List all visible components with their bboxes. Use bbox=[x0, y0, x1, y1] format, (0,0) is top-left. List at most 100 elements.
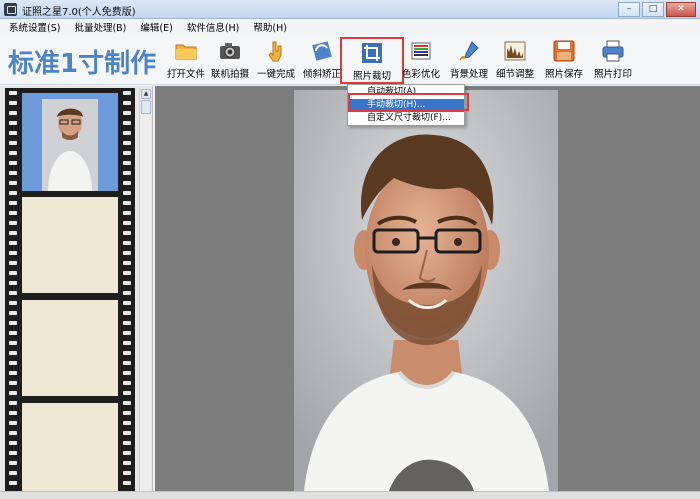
film-perforation bbox=[123, 421, 131, 425]
print-photo-button[interactable]: 照片打印 bbox=[585, 39, 641, 83]
film-perforation bbox=[9, 391, 17, 395]
menu-edit[interactable]: 编辑(E) bbox=[140, 20, 172, 34]
film-perforation bbox=[9, 121, 17, 125]
film-strip bbox=[5, 88, 135, 499]
film-perforation bbox=[9, 311, 17, 315]
film-perforation bbox=[123, 211, 131, 215]
save-photo-button[interactable]: 照片保存 bbox=[536, 39, 592, 83]
film-perforation bbox=[123, 381, 131, 385]
film-perforation bbox=[123, 301, 131, 305]
film-perforation bbox=[9, 381, 17, 385]
menu-bar: 系统设置(S) 批量处理(B) 编辑(E) 软件信息(H) 帮助(H) bbox=[0, 19, 700, 35]
film-perforation bbox=[123, 291, 131, 295]
brand-title: 标准1寸制作 bbox=[8, 49, 157, 79]
thumbnail-selected[interactable] bbox=[22, 93, 118, 191]
film-perforation bbox=[123, 181, 131, 185]
film-perforation bbox=[123, 391, 131, 395]
film-perforation bbox=[9, 351, 17, 355]
printer-icon bbox=[602, 40, 624, 62]
close-button[interactable]: ✕ bbox=[666, 2, 696, 17]
window-controls: – □ ✕ bbox=[618, 2, 696, 17]
thumbnail-empty[interactable] bbox=[22, 403, 118, 499]
rotate-icon bbox=[312, 41, 332, 61]
app-icon[interactable] bbox=[4, 3, 17, 16]
color-bars-icon bbox=[411, 42, 431, 60]
film-perforation bbox=[123, 201, 131, 205]
film-perforation bbox=[9, 91, 17, 95]
film-perforation bbox=[9, 211, 17, 215]
minimize-button[interactable]: – bbox=[618, 2, 640, 17]
film-perforation bbox=[123, 371, 131, 375]
photo-canvas bbox=[155, 86, 700, 491]
folder-icon bbox=[175, 44, 197, 60]
film-perforation bbox=[123, 121, 131, 125]
film-perforation bbox=[9, 221, 17, 225]
scroll-thumb[interactable] bbox=[141, 100, 151, 114]
crop-icon bbox=[362, 43, 382, 63]
maximize-button[interactable]: □ bbox=[642, 2, 664, 17]
film-perforation bbox=[9, 111, 17, 115]
film-perforation bbox=[123, 461, 131, 465]
film-perforation bbox=[9, 101, 17, 105]
film-perforation bbox=[9, 431, 17, 435]
thumbnail-empty[interactable] bbox=[22, 300, 118, 396]
film-perforation bbox=[9, 181, 17, 185]
film-perforation bbox=[9, 231, 17, 235]
detail-adjust-button[interactable]: 细节调整 bbox=[487, 39, 543, 83]
menu-batch[interactable]: 批量处理(B) bbox=[74, 20, 126, 34]
film-perforation bbox=[9, 341, 17, 345]
custom-size-crop-menu-item[interactable]: 自定义尺寸裁切(F)... bbox=[348, 112, 464, 125]
film-perforation bbox=[123, 111, 131, 115]
tool-label: 细节调整 bbox=[495, 69, 534, 80]
film-perforation bbox=[123, 171, 131, 175]
film-perforation bbox=[123, 311, 131, 315]
film-perforation bbox=[123, 271, 131, 275]
hand-pointer-icon bbox=[268, 41, 282, 62]
film-perforation bbox=[9, 131, 17, 135]
film-perforation bbox=[9, 461, 17, 465]
film-perforation bbox=[9, 171, 17, 175]
film-perforation bbox=[9, 301, 17, 305]
menu-system-settings[interactable]: 系统设置(S) bbox=[9, 20, 60, 34]
tool-label: 照片保存 bbox=[544, 69, 583, 80]
thumbnail-scrollbar[interactable]: ▲ bbox=[139, 88, 151, 499]
film-perforation bbox=[123, 101, 131, 105]
film-perforation bbox=[123, 331, 131, 335]
film-perforation bbox=[123, 151, 131, 155]
film-perforation bbox=[9, 281, 17, 285]
film-perforation bbox=[123, 341, 131, 345]
film-perforation bbox=[123, 471, 131, 475]
film-perforation bbox=[123, 161, 131, 165]
film-perforation bbox=[123, 431, 131, 435]
film-perforation bbox=[9, 471, 17, 475]
film-perforation bbox=[123, 141, 131, 145]
film-perforation bbox=[9, 291, 17, 295]
film-perforation bbox=[123, 281, 131, 285]
film-perforation bbox=[123, 231, 131, 235]
film-perforation bbox=[9, 361, 17, 365]
film-perforation bbox=[123, 91, 131, 95]
film-perforation bbox=[123, 451, 131, 455]
film-perforation bbox=[123, 131, 131, 135]
menu-help[interactable]: 帮助(H) bbox=[253, 20, 287, 34]
film-perforation bbox=[123, 401, 131, 405]
film-perforation bbox=[9, 451, 17, 455]
film-perforation bbox=[9, 141, 17, 145]
film-perforation bbox=[123, 411, 131, 415]
film-perforation bbox=[123, 361, 131, 365]
film-perforation bbox=[9, 481, 17, 485]
film-perforation bbox=[9, 331, 17, 335]
film-perforation bbox=[9, 161, 17, 165]
film-perforation bbox=[9, 411, 17, 415]
brush-icon bbox=[459, 41, 479, 61]
film-perforation bbox=[9, 251, 17, 255]
portrait-photo[interactable] bbox=[294, 90, 558, 491]
thumbnail-panel: ▲ bbox=[0, 86, 153, 499]
menu-software-info[interactable]: 软件信息(H) bbox=[187, 20, 240, 34]
thumbnail-empty[interactable] bbox=[22, 197, 118, 293]
scroll-up-button[interactable]: ▲ bbox=[141, 89, 151, 99]
film-perforation bbox=[123, 251, 131, 255]
toolbar: 标准1寸制作 打开文件 联机拍摄 一键完成 倾斜矫正 照片裁切 色彩优化 背景处… bbox=[0, 35, 700, 85]
film-perforation bbox=[9, 321, 17, 325]
title-bar: 证照之星7.0(个人免费版) – □ ✕ bbox=[0, 0, 700, 19]
